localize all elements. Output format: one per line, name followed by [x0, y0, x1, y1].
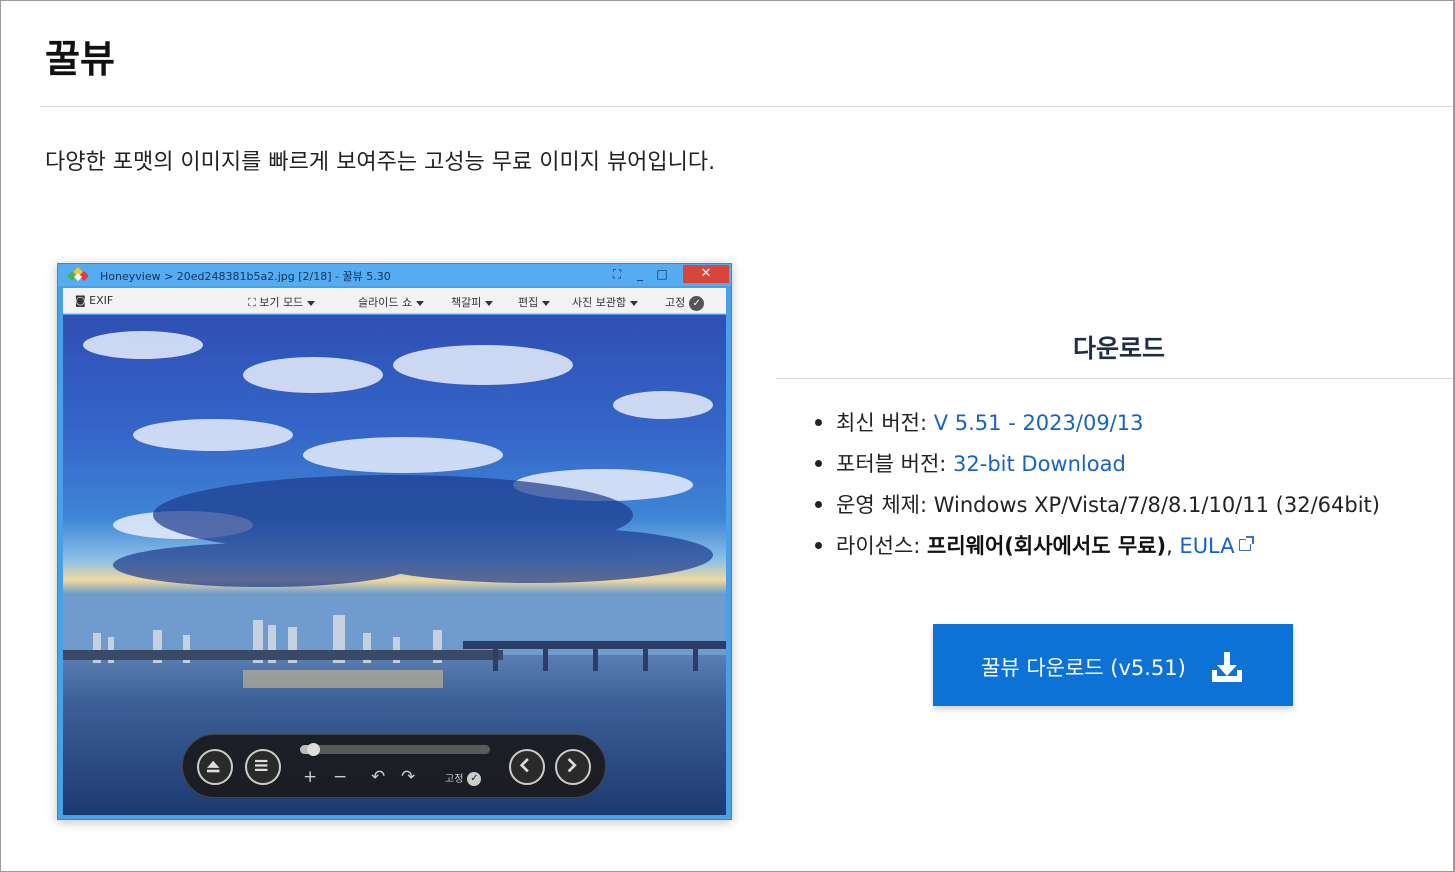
- view-mode-icon: ⛶: [248, 296, 260, 309]
- menu-icon: [245, 749, 281, 785]
- menu-slideshow-label: 슬라이드 쇼: [358, 296, 413, 309]
- check-icon: ✓: [467, 772, 482, 786]
- download-button-label: 꿀뷰 다운로드 (v5.51): [981, 656, 1186, 680]
- menu-edit-label: 편집: [518, 296, 539, 309]
- menu-bookmark-label: 책갈피: [451, 296, 482, 309]
- zoom-out-icon: −: [333, 767, 348, 787]
- app-screenshot: Honeyview > 20ed248381b5a2.jpg [2/18] - …: [57, 263, 732, 820]
- license-separator: ,: [1166, 534, 1180, 558]
- app-menubar: ◙ EXIF ⛶ 보기 모드 슬라이드 쇼 책갈피 편집 사진 보관함 고정 ✓: [63, 288, 726, 314]
- previous-icon: [509, 749, 545, 785]
- download-heading: 다운로드: [1073, 334, 1166, 363]
- next-icon: [555, 749, 591, 785]
- caret-down-icon: [485, 300, 494, 306]
- eula-link[interactable]: EULA: [1179, 534, 1234, 558]
- list-item-license: 라이선스: 프리웨어(회사에서도 무료), EULA: [815, 530, 1380, 571]
- download-icon: [1212, 652, 1242, 682]
- os-label: 운영 체제:: [836, 493, 934, 517]
- honeyview-logo-icon: [68, 267, 88, 281]
- download-divider: [776, 378, 1453, 379]
- menu-slideshow: 슬라이드 쇼: [358, 294, 425, 310]
- caret-down-icon: [542, 300, 551, 306]
- external-link-icon[interactable]: [1238, 536, 1254, 551]
- menu-edit: 편집: [518, 294, 551, 310]
- caret-down-icon: [416, 300, 425, 306]
- list-item-portable-version: 포터블 버전: 32-bit Download: [815, 448, 1380, 489]
- slideshow-progress-bar: [300, 743, 490, 756]
- portable-download-link[interactable]: 32-bit Download: [953, 452, 1126, 476]
- viewer-control-panel: + − ↶ ↷ 고정 ✓: [182, 734, 606, 798]
- caret-down-icon: [630, 300, 639, 306]
- menu-view-mode: ⛶ 보기 모드: [248, 294, 316, 310]
- exif-label: EXIF: [89, 294, 114, 307]
- os-value: Windows XP/Vista/7/8/8.1/10/11 (32/64bit…: [933, 493, 1380, 517]
- close-icon: ✕: [683, 265, 729, 283]
- progress-knob: [307, 743, 321, 756]
- menu-photo-storage: 사진 보관함: [572, 294, 639, 310]
- control-fix: 고정 ✓: [445, 770, 482, 786]
- page-description: 다양한 포맷의 이미지를 빠르게 보여주는 고성능 무료 이미지 뷰어입니다.: [45, 150, 716, 175]
- caret-down-icon: [307, 300, 316, 306]
- menu-photo-storage-label: 사진 보관함: [572, 296, 627, 309]
- app-titlebar: Honeyview > 20ed248381b5a2.jpg [2/18] - …: [58, 264, 731, 286]
- download-button[interactable]: 꿀뷰 다운로드 (v5.51): [933, 624, 1293, 706]
- list-item-os: 운영 체제: Windows XP/Vista/7/8/8.1/10/11 (3…: [815, 489, 1380, 530]
- page-title: 꿀뷰: [45, 37, 115, 81]
- menu-view-mode-label: 보기 모드: [259, 296, 304, 309]
- app-titlebar-text: Honeyview > 20ed248381b5a2.jpg [2/18] - …: [100, 270, 391, 283]
- check-icon: ✓: [689, 295, 705, 311]
- rotate-left-icon: ↶: [371, 767, 386, 787]
- title-divider: [40, 106, 1453, 107]
- portable-version-label: 포터블 버전:: [836, 452, 954, 476]
- menu-fix-label: 고정: [665, 296, 686, 309]
- menu-bookmark: 책갈피: [451, 294, 494, 310]
- eject-icon: [197, 749, 233, 785]
- latest-version-label: 최신 버전:: [836, 411, 934, 435]
- maximize-icon: □: [656, 267, 668, 281]
- download-info-list: 최신 버전: V 5.51 - 2023/09/13 포터블 버전: 32-bi…: [815, 407, 1380, 571]
- camera-icon: ◙: [75, 294, 90, 307]
- exif-menu: ◙ EXIF: [75, 294, 113, 307]
- license-value: 프리웨어(회사에서도 무료): [927, 534, 1167, 558]
- menu-fix: 고정 ✓: [665, 294, 705, 311]
- control-fix-label: 고정: [445, 774, 464, 785]
- rotate-right-icon: ↷: [401, 767, 416, 787]
- latest-version-link[interactable]: V 5.51 - 2023/09/13: [934, 411, 1144, 435]
- license-label: 라이선스:: [836, 534, 928, 558]
- list-item-latest-version: 최신 버전: V 5.51 - 2023/09/13: [815, 407, 1380, 448]
- zoom-in-icon: +: [303, 767, 318, 787]
